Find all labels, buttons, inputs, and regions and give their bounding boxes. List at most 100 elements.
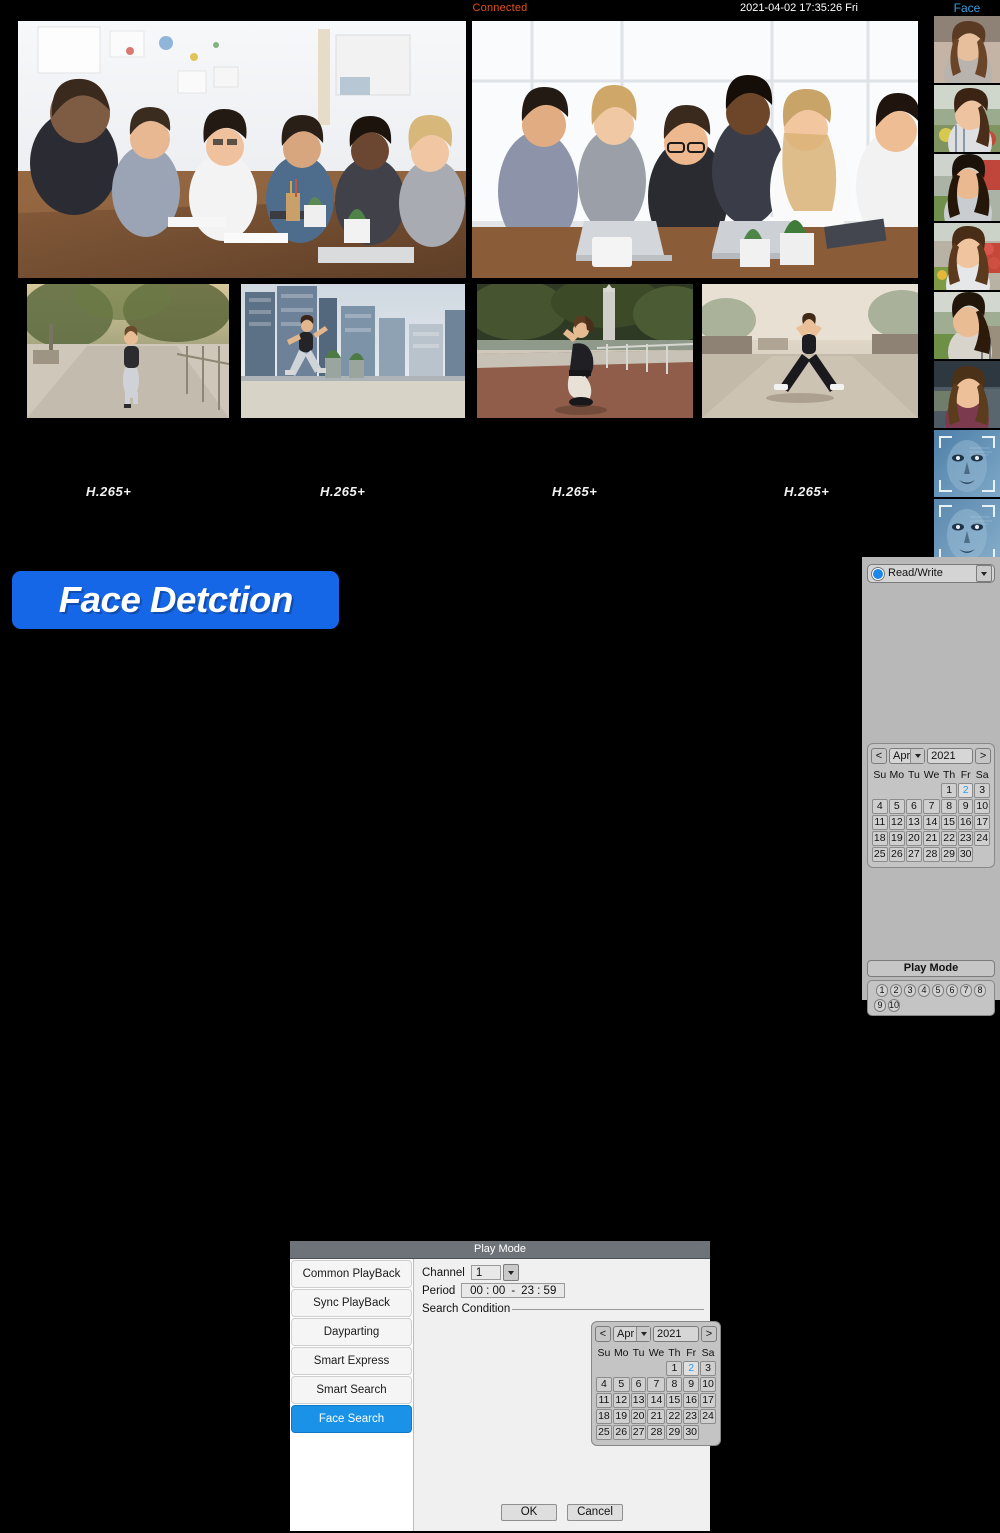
channel-button-7[interactable]: 7 xyxy=(960,984,972,997)
dialog-calendar-day-11[interactable]: 11 xyxy=(596,1393,612,1408)
dialog-calendar-day-9[interactable]: 9 xyxy=(683,1377,699,1392)
panel-calendar-next-button[interactable]: > xyxy=(975,748,991,764)
dialog-nav-item-dayparting[interactable]: Dayparting xyxy=(291,1318,412,1346)
face-snapshot-3[interactable] xyxy=(934,154,1000,221)
dialog-calendar-day-30[interactable]: 30 xyxy=(683,1425,699,1440)
chevron-down-icon[interactable] xyxy=(976,565,992,582)
channel-button-3[interactable]: 3 xyxy=(904,984,916,997)
panel-play-mode-label[interactable]: Play Mode xyxy=(867,960,995,977)
dialog-nav-item-face-search[interactable]: Face Search xyxy=(291,1405,412,1433)
tab-face[interactable]: Face xyxy=(934,0,1000,16)
channel-button-4[interactable]: 4 xyxy=(918,984,930,997)
dialog-calendar-day-10[interactable]: 10 xyxy=(700,1377,716,1392)
panel-calendar-day-20[interactable]: 20 xyxy=(906,831,922,846)
panel-calendar-day-17[interactable]: 17 xyxy=(974,815,990,830)
channel-button-10[interactable]: 10 xyxy=(888,999,900,1012)
panel-calendar-day-11[interactable]: 11 xyxy=(872,815,888,830)
dialog-calendar-day-25[interactable]: 25 xyxy=(596,1425,612,1440)
dialog-calendar-day-22[interactable]: 22 xyxy=(666,1409,682,1424)
panel-calendar-day-15[interactable]: 15 xyxy=(941,815,957,830)
dialog-calendar-day-1[interactable]: 1 xyxy=(666,1361,682,1376)
dialog-calendar-day-5[interactable]: 5 xyxy=(613,1377,630,1392)
panel-calendar-day-29[interactable]: 29 xyxy=(941,847,957,862)
dialog-nav-item-sync-playback[interactable]: Sync PlayBack xyxy=(291,1289,412,1317)
video-tile-channel-2[interactable] xyxy=(472,21,918,278)
period-field[interactable]: 00 : 00 - 23 : 59 xyxy=(461,1283,565,1298)
channel-button-9[interactable]: 9 xyxy=(874,999,886,1012)
panel-calendar-day-7[interactable]: 7 xyxy=(923,799,941,814)
dialog-calendar-day-16[interactable]: 16 xyxy=(683,1393,699,1408)
face-snapshot-4[interactable] xyxy=(934,223,1000,290)
dialog-calendar-day-29[interactable]: 29 xyxy=(666,1425,682,1440)
channel-select[interactable]: 1 xyxy=(471,1265,501,1280)
dialog-calendar-year-field[interactable]: 2021 xyxy=(653,1326,699,1342)
panel-calendar-year-field[interactable]: 2021 xyxy=(927,748,973,764)
dialog-calendar-day-19[interactable]: 19 xyxy=(613,1409,630,1424)
face-snapshot-1[interactable] xyxy=(934,16,1000,83)
panel-calendar-day-9[interactable]: 9 xyxy=(958,799,974,814)
dialog-nav-item-smart-search[interactable]: Smart Search xyxy=(291,1376,412,1404)
panel-calendar-prev-button[interactable]: < xyxy=(871,748,887,764)
face-recognition-overlay-2[interactable] xyxy=(934,499,1000,566)
panel-calendar-day-25[interactable]: 25 xyxy=(872,847,888,862)
dialog-nav-item-smart-express[interactable]: Smart Express xyxy=(291,1347,412,1375)
dialog-calendar-day-18[interactable]: 18 xyxy=(596,1409,612,1424)
panel-calendar-day-5[interactable]: 5 xyxy=(889,799,906,814)
panel-calendar-day-12[interactable]: 12 xyxy=(889,815,906,830)
channel-button-2[interactable]: 2 xyxy=(890,984,902,997)
dialog-calendar-day-14[interactable]: 14 xyxy=(647,1393,665,1408)
dialog-calendar-day-21[interactable]: 21 xyxy=(647,1409,665,1424)
video-tile-channel-3[interactable] xyxy=(27,284,229,418)
dialog-calendar[interactable]: < Apr 2021 > SuMoTuWeThFrSa 123456789101… xyxy=(591,1321,721,1446)
video-tile-channel-4[interactable] xyxy=(241,284,465,418)
panel-calendar-day-13[interactable]: 13 xyxy=(906,815,922,830)
face-recognition-overlay-1[interactable] xyxy=(934,430,1000,497)
dialog-calendar-day-3[interactable]: 3 xyxy=(700,1361,716,1376)
panel-calendar-day-27[interactable]: 27 xyxy=(906,847,922,862)
panel-calendar-day-8[interactable]: 8 xyxy=(941,799,957,814)
panel-calendar-day-24[interactable]: 24 xyxy=(974,831,990,846)
channel-button-8[interactable]: 8 xyxy=(974,984,986,997)
face-snapshot-5[interactable] xyxy=(934,292,1000,359)
panel-calendar-day-23[interactable]: 23 xyxy=(958,831,974,846)
dialog-calendar-day-17[interactable]: 17 xyxy=(700,1393,716,1408)
panel-calendar-day-2[interactable]: 2 xyxy=(958,783,974,798)
panel-calendar-day-16[interactable]: 16 xyxy=(958,815,974,830)
chevron-down-icon[interactable] xyxy=(636,1327,650,1341)
panel-calendar-day-21[interactable]: 21 xyxy=(923,831,941,846)
video-tile-channel-5[interactable] xyxy=(477,284,693,418)
panel-calendar-day-28[interactable]: 28 xyxy=(923,847,941,862)
video-tile-channel-6[interactable] xyxy=(702,284,918,418)
channel-button-1[interactable]: 1 xyxy=(876,984,888,997)
panel-calendar-day-19[interactable]: 19 xyxy=(889,831,906,846)
dialog-calendar-day-7[interactable]: 7 xyxy=(647,1377,665,1392)
dialog-calendar-day-8[interactable]: 8 xyxy=(666,1377,682,1392)
dialog-calendar-month-select[interactable]: Apr xyxy=(613,1326,651,1342)
panel-calendar-day-30[interactable]: 30 xyxy=(958,847,974,862)
dialog-calendar-day-12[interactable]: 12 xyxy=(613,1393,630,1408)
video-tile-channel-1[interactable] xyxy=(18,21,466,278)
chevron-down-icon[interactable] xyxy=(910,749,924,763)
panel-calendar-day-4[interactable]: 4 xyxy=(872,799,888,814)
face-snapshot-6[interactable] xyxy=(934,361,1000,428)
channel-button-6[interactable]: 6 xyxy=(946,984,958,997)
read-write-dropdown[interactable]: Read/Write xyxy=(867,564,995,583)
dialog-calendar-prev-button[interactable]: < xyxy=(595,1326,611,1342)
panel-calendar-day-22[interactable]: 22 xyxy=(941,831,957,846)
panel-calendar[interactable]: < Apr 2021 > SuMoTuWeThFrSa 123456789101… xyxy=(867,743,995,868)
panel-calendar-day-26[interactable]: 26 xyxy=(889,847,906,862)
dialog-calendar-day-13[interactable]: 13 xyxy=(631,1393,647,1408)
dialog-calendar-day-24[interactable]: 24 xyxy=(700,1409,716,1424)
face-snapshot-2[interactable] xyxy=(934,85,1000,152)
dialog-calendar-day-23[interactable]: 23 xyxy=(683,1409,699,1424)
dialog-calendar-day-2[interactable]: 2 xyxy=(683,1361,699,1376)
panel-calendar-day-6[interactable]: 6 xyxy=(906,799,922,814)
panel-calendar-month-select[interactable]: Apr xyxy=(889,748,925,764)
ok-button[interactable]: OK xyxy=(501,1504,557,1521)
panel-calendar-day-14[interactable]: 14 xyxy=(923,815,941,830)
dialog-nav-item-common-playback[interactable]: Common PlayBack xyxy=(291,1260,412,1288)
dialog-calendar-day-26[interactable]: 26 xyxy=(613,1425,630,1440)
dialog-calendar-day-15[interactable]: 15 xyxy=(666,1393,682,1408)
panel-calendar-day-1[interactable]: 1 xyxy=(941,783,957,798)
cancel-button[interactable]: Cancel xyxy=(567,1504,623,1521)
